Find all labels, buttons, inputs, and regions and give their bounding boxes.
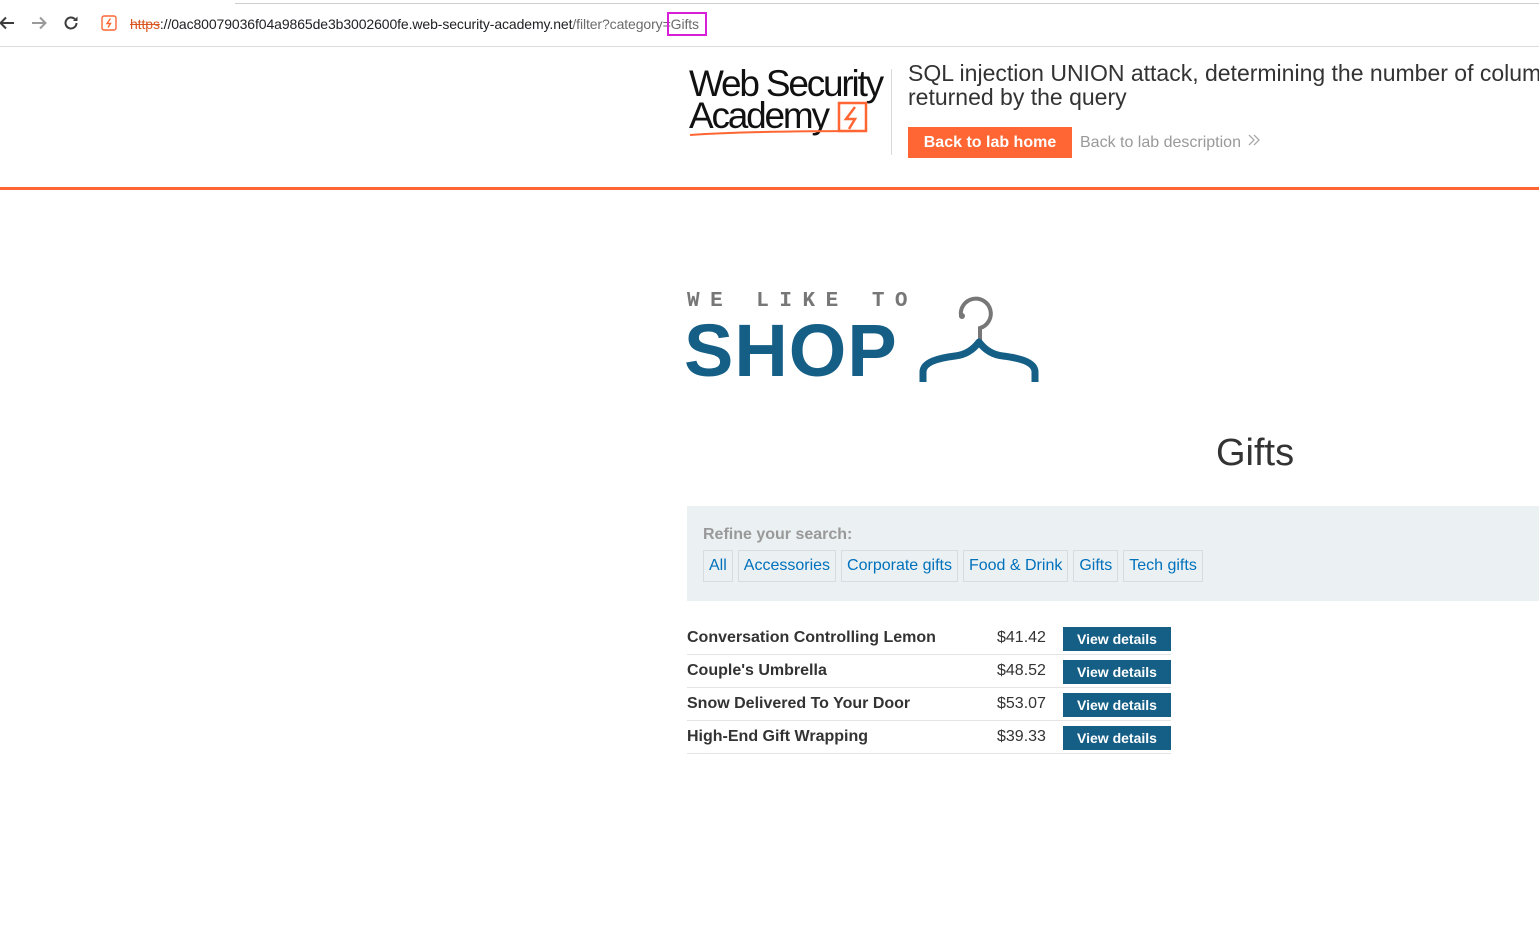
tab-strip-edge [235, 0, 1539, 4]
filter-corporate-gifts[interactable]: Corporate gifts [841, 550, 958, 582]
lab-title-line-2: returned by the query [908, 84, 1127, 110]
logo-lightning-icon [689, 101, 868, 136]
lightning-site-icon [101, 15, 117, 31]
product-name: Couple's Umbrella [687, 662, 827, 679]
arrow-left-icon [0, 14, 16, 32]
reload-button[interactable] [60, 12, 82, 34]
product-price: $41.42 [997, 629, 1046, 646]
url-highlighted-parameter: Gifts [666, 12, 707, 36]
view-details-button[interactable]: View details [1063, 660, 1171, 684]
category-filter-list: All Accessories Corporate gifts Food & D… [703, 550, 1203, 582]
product-name: Snow Delivered To Your Door [687, 695, 911, 712]
view-details-button[interactable]: View details [1063, 693, 1171, 717]
forward-button[interactable] [28, 12, 50, 34]
view-details-button[interactable]: View details [1063, 726, 1171, 750]
product-price: $39.33 [997, 728, 1046, 745]
arrow-right-icon [30, 14, 48, 32]
refine-search-label: Refine your search: [703, 526, 853, 543]
lab-title: SQL injection UNION attack, determining … [908, 61, 1539, 109]
table-row: High-End Gift Wrapping $39.33 View detai… [687, 721, 1171, 754]
browser-toolbar: https://0ac80079036f04a9865de3b3002600fe… [0, 0, 1539, 47]
double-chevron-right-icon [1247, 133, 1261, 152]
product-name: High-End Gift Wrapping [687, 728, 869, 745]
back-to-lab-description-link[interactable]: Back to lab description [1080, 133, 1261, 152]
filter-gifts[interactable]: Gifts [1073, 550, 1119, 582]
back-button[interactable] [0, 12, 18, 34]
product-price: $53.07 [997, 695, 1046, 712]
table-row: Snow Delivered To Your Door $53.07 View … [687, 688, 1171, 721]
url-scheme: https [130, 16, 160, 32]
filter-panel: Refine your search: All Accessories Corp… [687, 506, 1539, 601]
hanger-icon [919, 292, 1041, 391]
filter-tech-gifts[interactable]: Tech gifts [1123, 550, 1203, 582]
banner-bottom-rule [0, 187, 1539, 190]
shop-name: SHOP [684, 309, 898, 392]
product-name: Conversation Controlling Lemon [687, 629, 936, 646]
back-to-lab-description-label: Back to lab description [1080, 133, 1241, 151]
url-path: /filter?category= [572, 16, 671, 32]
filter-all[interactable]: All [703, 550, 733, 582]
banner-divider [891, 69, 892, 155]
product-price: $48.52 [997, 662, 1046, 679]
academy-banner: Web Security Academy SQL injection UNION… [0, 47, 1539, 188]
view-details-button[interactable]: View details [1063, 627, 1171, 651]
category-heading: Gifts [1216, 432, 1295, 474]
table-row: Couple's Umbrella $48.52 View details [687, 655, 1171, 688]
shop-logo[interactable]: WE LIKE TO SHOP [684, 288, 1046, 392]
filter-accessories[interactable]: Accessories [737, 550, 837, 582]
url-host: ://0ac80079036f04a9865de3b3002600fe.web-… [159, 16, 573, 32]
web-security-academy-logo[interactable]: Web Security Academy [689, 65, 889, 145]
lab-title-line-1: SQL injection UNION attack, determining … [908, 60, 1539, 86]
filter-food-drink[interactable]: Food & Drink [962, 550, 1069, 582]
table-row: Conversation Controlling Lemon $41.42 Vi… [687, 622, 1171, 655]
back-to-lab-home-button[interactable]: Back to lab home [908, 127, 1072, 158]
product-table: Conversation Controlling Lemon $41.42 Vi… [687, 622, 1171, 754]
address-bar[interactable]: https://0ac80079036f04a9865de3b3002600fe… [130, 12, 707, 36]
reload-icon [62, 14, 80, 32]
